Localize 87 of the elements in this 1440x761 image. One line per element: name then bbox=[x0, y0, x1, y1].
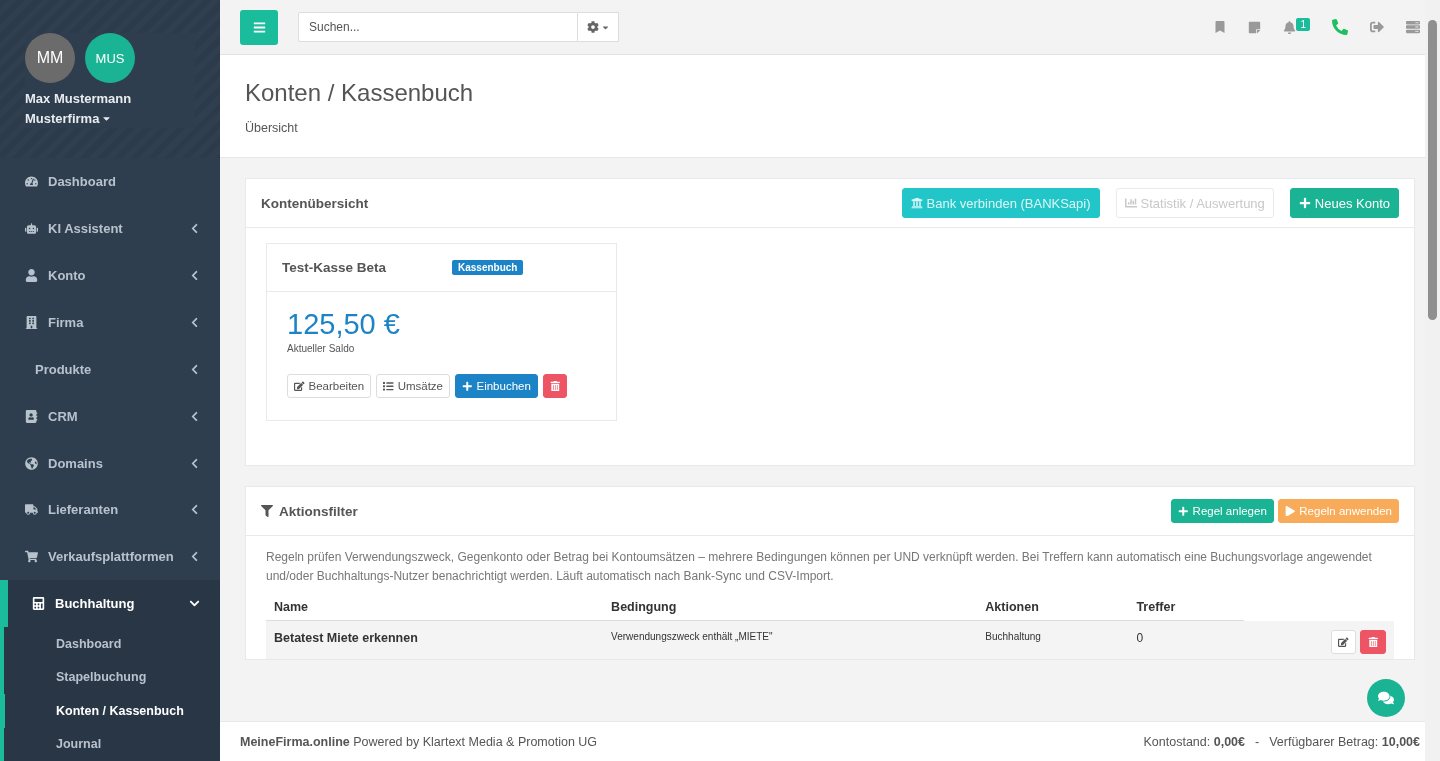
note-icon[interactable] bbox=[1248, 20, 1262, 34]
plus-icon bbox=[1298, 197, 1311, 209]
list-icon bbox=[383, 380, 394, 392]
bar-chart-icon bbox=[1124, 197, 1137, 209]
calculator-icon bbox=[32, 597, 45, 611]
plus-icon bbox=[462, 380, 473, 392]
user-icon bbox=[25, 269, 38, 282]
transactions-button[interactable]: Umsätze bbox=[376, 374, 450, 398]
chat-icon bbox=[1378, 690, 1394, 706]
truck-icon bbox=[25, 503, 38, 517]
footer-credit: MeineFirma.online Powered by Klartext Media & Promotion UG bbox=[240, 734, 598, 749]
sidebar-item[interactable]: Lieferanten bbox=[0, 486, 220, 534]
sidebar-item[interactable]: Firma bbox=[0, 298, 220, 346]
chevron-left-icon bbox=[189, 410, 200, 422]
page-title: Konten / Kassenbuch bbox=[245, 79, 475, 107]
sidebar-item[interactable]: CRM bbox=[0, 392, 220, 440]
server-icon[interactable] bbox=[1406, 20, 1420, 34]
sidebar-item[interactable]: Buchhaltung bbox=[0, 580, 220, 628]
menu-button[interactable] bbox=[240, 9, 278, 45]
delete-button[interactable] bbox=[542, 374, 568, 398]
available-amount-text: Verfügbarer Betrag: 10,00€ bbox=[1269, 734, 1420, 749]
company-dropdown[interactable]: Musterfirma bbox=[25, 111, 195, 126]
edit-icon bbox=[294, 380, 305, 392]
sidebar-item[interactable]: Verkaufsplattformen bbox=[0, 533, 220, 581]
submenu-item[interactable]: Stapelbuchung bbox=[4, 660, 220, 695]
contact-book-icon bbox=[25, 409, 38, 423]
edit-button[interactable] bbox=[1331, 629, 1356, 654]
menu-icon bbox=[252, 20, 266, 34]
chevron-left-icon bbox=[189, 270, 200, 281]
sidebar-item[interactable]: Domains bbox=[0, 439, 220, 487]
account-type-tag: Kassenbuch bbox=[452, 260, 524, 275]
logout-icon[interactable] bbox=[1370, 20, 1384, 34]
avatar: MUS bbox=[85, 33, 135, 83]
account-name: Test-Kasse Beta bbox=[282, 260, 388, 275]
edit-icon bbox=[1338, 636, 1349, 647]
settings-dropdown-button[interactable] bbox=[578, 12, 619, 42]
edit-button[interactable]: Bearbeiten bbox=[287, 374, 372, 398]
account-balance: 125,50 € bbox=[287, 308, 401, 341]
book-entry-button[interactable]: Einbuchen bbox=[455, 374, 538, 398]
avatar: MM bbox=[25, 33, 75, 83]
submenu-item[interactable]: Dashboard bbox=[4, 627, 220, 661]
balance-label: Aktueller Saldo bbox=[287, 343, 356, 354]
separator-text: - bbox=[1255, 734, 1260, 749]
trash-icon bbox=[1367, 636, 1378, 647]
column-header: Aktionen bbox=[977, 594, 1129, 621]
table-cell: Buchhaltung bbox=[977, 620, 1129, 659]
chevron-left-icon bbox=[189, 316, 200, 328]
robot-icon bbox=[25, 222, 38, 236]
sidebar-item[interactable]: Dashboard bbox=[0, 158, 220, 206]
sidebar-item[interactable]: Konto bbox=[0, 252, 220, 299]
page-subtitle: Übersicht bbox=[245, 121, 299, 135]
description-text: Regeln prüfen Verwendungszweck, Gegenkonto oder Betrag bei Kontoumsätzen – mehrere Bedingungen können per UND verknüpft werden. Bei Treffern kann automatisch eine Buchungsvorlage angewendet und/oder Buchhaltungs-Nutzer benachrichtigt werden. Läuft automatisch nach Bank-Sync und CSV-Import. bbox=[266, 549, 1373, 585]
sidebar-item[interactable]: Produkte bbox=[0, 345, 220, 393]
filter-icon bbox=[261, 505, 273, 517]
chevron-left-icon bbox=[189, 504, 200, 516]
building-icon bbox=[25, 315, 38, 329]
search-field[interactable]: Suchen... bbox=[298, 12, 578, 42]
delete-button[interactable] bbox=[1359, 629, 1386, 654]
cart-icon bbox=[25, 550, 38, 564]
table-cell: 0 bbox=[1128, 620, 1245, 659]
phone-icon[interactable] bbox=[1332, 19, 1348, 35]
panel-title: Aktionsfilter bbox=[279, 503, 358, 519]
chevron-left-icon bbox=[189, 551, 200, 563]
bell-icon bbox=[1283, 20, 1297, 34]
notification-badge: 1 bbox=[1296, 17, 1310, 31]
column-header: Name bbox=[266, 594, 604, 621]
column-header: Bedingung bbox=[603, 594, 978, 621]
settings-icon bbox=[586, 21, 599, 33]
submenu-item[interactable]: Journal bbox=[4, 727, 220, 761]
plus-icon bbox=[1178, 505, 1189, 517]
column-header: Treffer bbox=[1128, 594, 1245, 621]
trash-icon bbox=[549, 380, 561, 392]
chevron-left-icon bbox=[189, 457, 200, 469]
dashboard-icon bbox=[25, 175, 38, 189]
table-cell: Verwendungszweck enthält „MIETE" bbox=[603, 620, 978, 659]
globe-icon bbox=[25, 456, 38, 470]
account-balance-text: Kontostand: 0,00€ bbox=[1143, 734, 1245, 749]
play-icon bbox=[1284, 505, 1296, 517]
chevron-left-icon bbox=[189, 223, 200, 235]
bookmark-icon[interactable] bbox=[1214, 21, 1227, 33]
sidebar-item[interactable]: KI Assistent bbox=[0, 205, 220, 253]
panel-title: Kontenübersicht bbox=[261, 195, 369, 211]
chevron-left-icon bbox=[189, 363, 200, 375]
user-name: Max Mustermann bbox=[25, 91, 133, 106]
chat-button[interactable] bbox=[1367, 679, 1405, 717]
table-cell: Betatest Miete erkennen bbox=[266, 620, 604, 659]
bank-icon bbox=[910, 197, 923, 209]
